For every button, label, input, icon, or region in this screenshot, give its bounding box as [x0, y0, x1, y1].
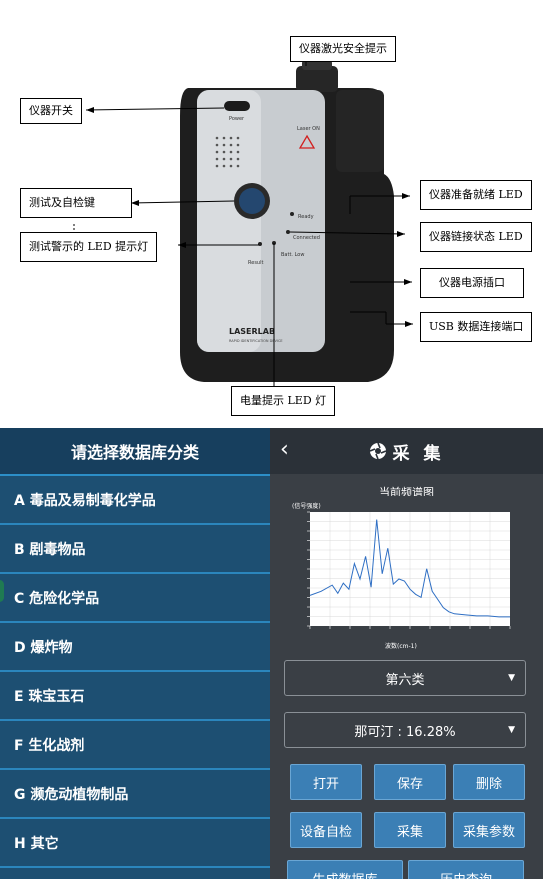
speaker-hole — [236, 150, 240, 154]
category-item-f[interactable]: F 生化战剂 — [0, 721, 270, 770]
result-select-value: 那可汀 : 16.28% — [354, 724, 456, 740]
delete-button[interactable]: 删除 — [453, 764, 525, 800]
collect-header: ‹ 采 集 — [270, 428, 543, 474]
category-item-a[interactable]: A 毒品及易制毒化学品 — [0, 476, 270, 525]
callout-usb-port: USB 数据连接端口 — [420, 312, 533, 342]
ready-led — [290, 212, 294, 216]
speaker-hole — [236, 157, 240, 161]
power-button[interactable] — [224, 101, 250, 111]
callout-battery-led: 电量提示 LED 灯 — [231, 386, 336, 416]
callout-test-warning-led: 测试警示的 LED 提示灯 — [20, 232, 158, 262]
speaker-hole — [222, 136, 226, 140]
laser-on-label: Laser ON — [297, 126, 320, 132]
connected-led — [286, 230, 290, 234]
edge-handle — [0, 580, 4, 602]
category-item-d[interactable]: D 爆炸物 — [0, 623, 270, 672]
speaker-hole — [229, 150, 233, 154]
speaker-hole — [236, 164, 240, 168]
speaker-hole — [222, 157, 226, 161]
callout-link-led: 仪器链接状态 LED — [420, 222, 532, 252]
dropdown-arrow-icon: ▼ — [508, 673, 515, 683]
back-icon[interactable]: ‹ — [280, 438, 289, 462]
device-diagram: Power Laser ON Ready Connected Batt. Low… — [0, 0, 543, 428]
history-button[interactable]: 历史查询 — [408, 860, 524, 879]
open-button[interactable]: 打开 — [290, 764, 362, 800]
category-item-h[interactable]: H 其它 — [0, 819, 270, 868]
collect-button[interactable]: 采集 — [374, 812, 446, 848]
callout-ready-led: 仪器准备就绪 LED — [420, 180, 532, 210]
dropdown-arrow-icon: ▼ — [508, 725, 515, 735]
speaker-hole — [215, 143, 219, 147]
collect-title-wrap: 采 集 — [369, 439, 445, 464]
brand-logo: LASERLAB — [229, 327, 275, 336]
y-axis-label: (信号强度) — [292, 502, 321, 510]
speaker-hole — [222, 164, 226, 168]
category-item-b[interactable]: B 剧毒物品 — [0, 525, 270, 574]
connected-label: Connected — [293, 235, 320, 241]
category-panel: 请选择数据库分类 A 毒品及易制毒化学品 B 剧毒物品 C 危险化学品 D 爆炸… — [0, 428, 270, 879]
collect-panel: ‹ 采 集 当前频谱图 (信号强度) 波数(cm-1) 第六类 ▼ 那可汀 : … — [270, 428, 543, 879]
callout-power-port: 仪器电源插口 — [420, 268, 524, 298]
callout-test-self-check: 测试及自检键 — [20, 188, 132, 218]
speaker-hole — [229, 143, 233, 147]
speaker-hole — [222, 143, 226, 147]
spectrum-chart: (信号强度) 波数(cm-1) — [280, 496, 530, 652]
class-select-value: 第六类 — [385, 672, 425, 688]
speaker-hole — [229, 157, 233, 161]
test-button-center — [239, 188, 265, 214]
category-item-g[interactable]: G 濒危动植物制品 — [0, 770, 270, 819]
speaker-hole — [215, 157, 219, 161]
speaker-hole — [222, 150, 226, 154]
category-item-c[interactable]: C 危险化学品 — [0, 574, 270, 623]
result-select[interactable]: 那可汀 : 16.28% ▼ — [284, 712, 526, 748]
category-item-e[interactable]: E 珠宝玉石 — [0, 672, 270, 721]
device-face-highlight — [197, 90, 261, 352]
aperture-icon — [369, 442, 386, 460]
power-label: Power — [229, 116, 245, 122]
speaker-hole — [236, 136, 240, 140]
self-check-button[interactable]: 设备自检 — [290, 812, 362, 848]
callout-power-switch: 仪器开关 — [20, 98, 82, 124]
speaker-hole — [229, 164, 233, 168]
speaker-hole — [229, 136, 233, 140]
collect-params-button[interactable]: 采集参数 — [453, 812, 525, 848]
speaker-hole — [215, 164, 219, 168]
callout-laser-safety: 仪器激光安全提示 — [290, 36, 396, 62]
x-axis-label: 波数(cm-1) — [385, 642, 417, 650]
device-grip — [336, 90, 384, 172]
category-header: 请选择数据库分类 — [0, 428, 270, 476]
save-button[interactable]: 保存 — [374, 764, 446, 800]
ready-label: Ready — [298, 214, 314, 220]
result-label: Result — [248, 260, 263, 266]
class-select[interactable]: 第六类 ▼ — [284, 660, 526, 696]
battery-label: Batt. Low — [281, 252, 304, 258]
speaker-hole — [236, 143, 240, 147]
brand-subtitle: RAPID IDENTIFICATION DEVICE — [229, 339, 283, 343]
collect-title: 采 集 — [392, 443, 445, 464]
speaker-hole — [215, 136, 219, 140]
generate-db-button[interactable]: 生成数据库 — [287, 860, 403, 879]
speaker-hole — [215, 150, 219, 154]
